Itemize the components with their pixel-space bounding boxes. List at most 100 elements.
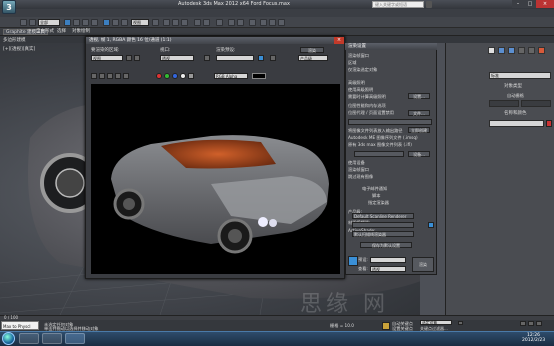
preset-settings-icon[interactable] [258, 55, 264, 61]
setup-line-7[interactable]: 位图代理 / 页面设置禁用 [348, 110, 394, 116]
tab-freeform[interactable]: 自由形式 [34, 29, 56, 35]
object-name-field[interactable] [489, 120, 544, 127]
create-now-button[interactable]: 立即创建 [408, 127, 430, 133]
utilities-tab-icon[interactable] [538, 47, 545, 54]
view-bottom-dropdown[interactable]: 透视 [370, 266, 406, 272]
selected-objects-dropdown[interactable]: 选定对象 [420, 320, 452, 325]
production-mode-icon[interactable] [348, 256, 358, 266]
production-renderer-field[interactable]: Default Scanline Renderer [352, 213, 414, 219]
tab-object-paint[interactable]: 对象绘制 [70, 29, 92, 35]
render-button-rf[interactable]: 渲染 [300, 47, 324, 53]
alpha-channel-icon[interactable] [180, 73, 186, 79]
hierarchy-tab-icon[interactable] [508, 47, 515, 54]
setup-line-17[interactable]: 脚本 [372, 193, 380, 199]
copy-image-icon[interactable] [99, 73, 105, 79]
maxscript-listener[interactable]: Max to Physcl [1, 321, 39, 330]
save-image-icon[interactable] [91, 73, 97, 79]
devices-button[interactable]: 设备... [408, 151, 430, 157]
object-type-rollout[interactable]: 对象类型 [504, 83, 522, 89]
environment-icon[interactable] [270, 55, 276, 61]
ie-icon[interactable] [19, 333, 39, 344]
app-logo-icon[interactable]: 3 [2, 0, 16, 14]
pivot-icon[interactable] [152, 19, 159, 26]
clear-icon[interactable] [123, 73, 129, 79]
setup-line-11[interactable]: Autodesk ME 图像序列文件 (.imsq) [348, 135, 418, 141]
mirror-icon[interactable] [194, 19, 201, 26]
setup-line-14[interactable]: 渲染帧窗口 [348, 167, 369, 173]
curve-editor-icon[interactable] [228, 19, 235, 26]
undo-icon[interactable] [20, 19, 27, 26]
setup-line-10[interactable]: 将图像文件列表放入输出路径 [348, 128, 402, 134]
modify-tab-icon[interactable] [498, 47, 505, 54]
close-button[interactable]: × [536, 0, 554, 8]
blue-channel-icon[interactable] [172, 73, 178, 79]
rectangle-selection-icon[interactable] [82, 19, 89, 26]
play-icon[interactable] [458, 321, 463, 325]
lock-renderer-icon[interactable] [428, 222, 434, 228]
edit-region-icon[interactable] [126, 55, 132, 61]
align-icon[interactable] [203, 19, 210, 26]
setup-line-13[interactable]: 使用设备 [348, 160, 365, 166]
pan-view-icon[interactable] [520, 321, 526, 326]
motion-tab-icon[interactable] [518, 47, 525, 54]
move-icon[interactable] [103, 19, 110, 26]
render-preset-dropdown[interactable] [216, 55, 254, 61]
setup-line-4[interactable]: 使用高级照明 [348, 87, 373, 93]
render-bottom-button[interactable]: 渲染 [412, 257, 434, 272]
snap-icon[interactable] [163, 19, 170, 26]
minimize-button[interactable]: – [512, 0, 524, 8]
green-channel-icon[interactable] [164, 73, 170, 79]
angle-snap-icon[interactable] [172, 19, 179, 26]
render-setup-icon[interactable] [260, 19, 267, 26]
schematic-view-icon[interactable] [237, 19, 244, 26]
files-button[interactable]: 文件... [408, 110, 430, 116]
setup-line-2[interactable]: 仅渲染选定对象 [348, 67, 377, 73]
setup-line-12[interactable]: 原有 3ds max 图像文件列表 (.ifl) [348, 142, 412, 148]
tab-selection[interactable]: 选择 [55, 29, 68, 35]
production-dropdown[interactable]: 产品级 [298, 55, 328, 61]
window-crossing-icon[interactable] [91, 19, 98, 26]
device-field[interactable] [354, 151, 404, 157]
activeshade-renderer-field[interactable]: 默认扫描线渲染器 [352, 231, 414, 237]
object-button-2[interactable] [521, 100, 551, 107]
area-to-render-dropdown[interactable]: 视图 [91, 55, 123, 61]
setup-line-15[interactable]: 跳过现有图像 [348, 174, 373, 180]
name-color-rollout[interactable]: 名称和颜色 [504, 110, 527, 116]
material-editor-icon[interactable] [249, 19, 256, 26]
display-tab-icon[interactable] [528, 47, 535, 54]
search-input[interactable]: 键入关键字或短语 [372, 1, 424, 8]
folder-icon[interactable] [42, 333, 62, 344]
render-frame-close-button[interactable]: × [334, 37, 344, 44]
save-default-button[interactable]: 保存为默认设置 [360, 242, 412, 248]
mono-channel-icon[interactable] [188, 73, 194, 79]
reference-coordinate-dropdown[interactable]: 视图 [131, 19, 149, 26]
maximize-button[interactable]: □ [524, 0, 536, 8]
print-icon[interactable] [115, 73, 121, 79]
render-frame-icon[interactable] [269, 19, 276, 26]
3dsmax-icon[interactable] [65, 333, 85, 344]
auto-grid-checkbox[interactable]: 自动栅格 [507, 93, 524, 99]
setup-line-5[interactable]: 需要时计算高级照明 [348, 94, 386, 100]
setup-line-18[interactable]: 指定渲染器 [368, 200, 389, 206]
layer-icon[interactable] [216, 19, 223, 26]
render-production-icon[interactable] [278, 19, 285, 26]
scale-icon[interactable] [121, 19, 128, 26]
command-panel-dropdown[interactable]: 标准 [489, 72, 551, 79]
object-color-swatch[interactable] [546, 120, 552, 127]
start-orb-icon[interactable] [2, 332, 15, 345]
select-object-icon[interactable] [64, 19, 71, 26]
maximize-viewport-icon[interactable] [536, 321, 542, 326]
select-by-name-icon[interactable] [73, 19, 80, 26]
orbit-icon[interactable] [528, 321, 534, 326]
red-channel-icon[interactable] [156, 73, 162, 79]
search-icon[interactable] [426, 1, 432, 8]
rotate-icon[interactable] [112, 19, 119, 26]
lock-viewport-icon[interactable] [204, 55, 210, 61]
setup-button[interactable]: 设置... [408, 93, 430, 99]
viewport-dropdown[interactable]: 透视 [160, 55, 194, 61]
object-button-1[interactable] [489, 100, 519, 107]
color-swatch[interactable] [252, 73, 266, 79]
preset-bottom-dropdown[interactable] [370, 257, 406, 263]
create-tab-icon[interactable] [488, 47, 495, 54]
taskbar-clock[interactable]: 12:26 2012/2/23 [522, 333, 545, 343]
